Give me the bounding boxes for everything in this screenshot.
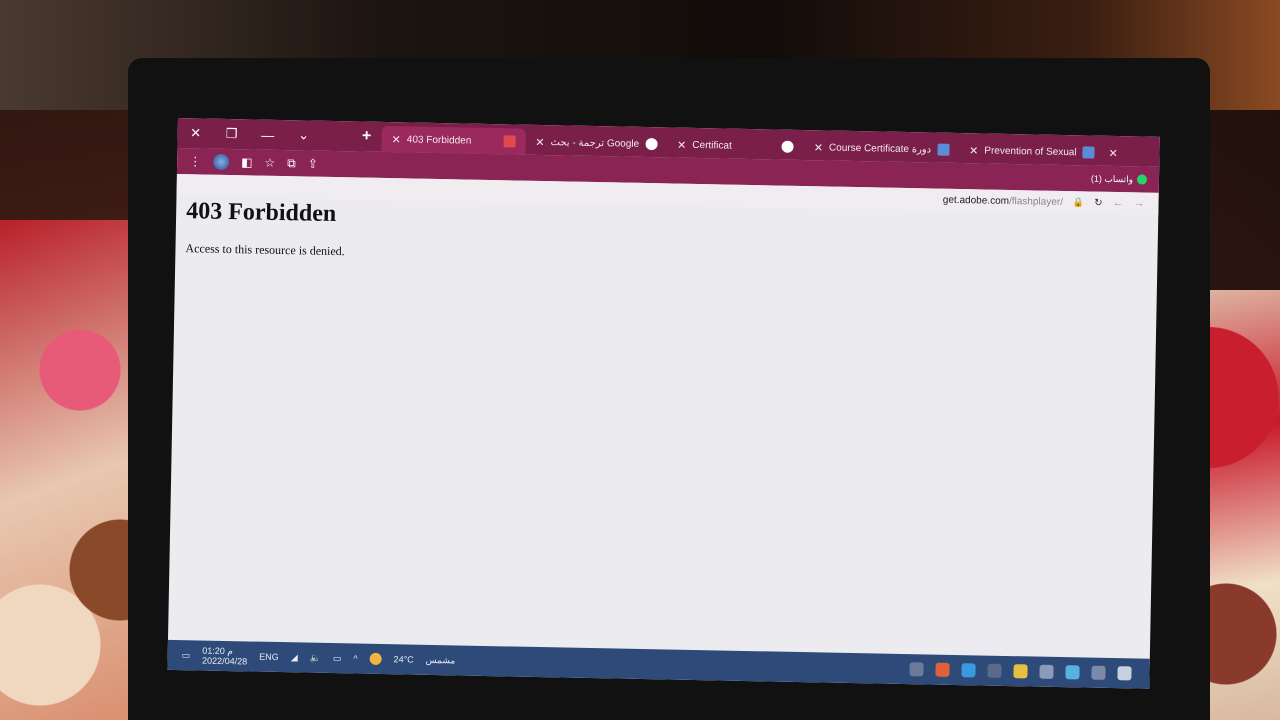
firefox-icon[interactable]: [935, 662, 950, 677]
close-tab-icon[interactable]: ✕: [969, 144, 978, 157]
temperature[interactable]: 24°C: [394, 654, 414, 664]
url-text[interactable]: get.adobe.com/flashplayer/: [943, 194, 1063, 207]
network-icon[interactable]: ◢: [291, 652, 298, 663]
windows-icon[interactable]: [1117, 666, 1132, 681]
tab-title: 403 Forbidden: [406, 133, 472, 147]
volume-icon[interactable]: 🔈: [310, 652, 321, 663]
task-view-icon[interactable]: [987, 663, 1002, 678]
course-icon: [937, 143, 950, 156]
whatsapp-bookmark[interactable]: (1) واتساب: [1090, 173, 1148, 185]
tab-search-button[interactable]: ⌄: [286, 127, 322, 144]
store-icon[interactable]: [1039, 664, 1054, 679]
file-explorer-icon[interactable]: [1013, 664, 1028, 679]
language-indicator[interactable]: ENG: [259, 652, 279, 662]
back-arrow-icon[interactable]: ←: [1112, 197, 1123, 209]
collections-icon[interactable]: ⧉: [287, 156, 296, 171]
new-tab-button[interactable]: +: [352, 127, 382, 146]
globe-icon: [781, 140, 794, 153]
favorite-star-icon[interactable]: ☆: [264, 156, 275, 170]
close-tab-icon[interactable]: ✕: [1108, 146, 1117, 159]
lock-icon: 🔒: [1072, 196, 1085, 207]
search-icon[interactable]: [909, 662, 924, 677]
course-icon: [1082, 146, 1095, 159]
menu-icon[interactable]: ⋮: [189, 154, 201, 168]
close-tab-icon[interactable]: ✕: [677, 138, 686, 151]
tab-google-translate[interactable]: ✕ ترجمة - بحث Google: [525, 129, 667, 158]
mail-icon[interactable]: [1065, 665, 1080, 680]
adobe-icon: [503, 135, 516, 148]
tab-course-certificate[interactable]: ✕ Course Certificate دورة: [804, 134, 960, 163]
notification-icon[interactable]: ▭: [182, 650, 191, 661]
refresh-icon[interactable]: ↻: [1094, 197, 1103, 208]
restore-window-button[interactable]: ❐: [214, 126, 250, 143]
sidebar-icon[interactable]: ◧: [241, 155, 253, 169]
battery-icon[interactable]: ▭: [333, 653, 342, 664]
minimize-window-button[interactable]: —: [250, 127, 286, 143]
share-icon[interactable]: ⇪: [308, 157, 318, 171]
page-content: 403 Forbidden Access to this resource is…: [178, 196, 1146, 634]
forward-arrow-icon[interactable]: →: [1133, 197, 1144, 209]
tray-clock[interactable]: 01:20 م 2022/04/28: [202, 646, 247, 667]
tab-certificat[interactable]: ✕ Certificat: [667, 131, 804, 160]
chevron-up-icon[interactable]: ^: [353, 653, 357, 663]
app-icon[interactable]: [1091, 665, 1106, 680]
edge-icon[interactable]: [961, 663, 976, 678]
clock-date: 2022/04/28: [202, 655, 248, 667]
error-message: Access to this resource is denied.: [185, 241, 345, 259]
close-tab-icon[interactable]: ✕: [392, 133, 401, 146]
whatsapp-label: (1) واتساب: [1090, 173, 1134, 184]
weather-sun-icon: [369, 652, 382, 666]
laptop-screen: ✕ ❐ — ⌄ + ✕ 403 Forbidden ✕ ترجمة - بحث …: [167, 118, 1160, 689]
tab-title: Prevention of Sexual: [984, 144, 1077, 158]
close-tab-icon[interactable]: ✕: [535, 135, 544, 148]
close-window-button[interactable]: ✕: [178, 125, 214, 142]
whatsapp-icon: [1136, 174, 1148, 185]
tab-prevention[interactable]: ✕ Prevention of Sexual ✕: [959, 137, 1128, 166]
pinned-apps: [909, 662, 1132, 681]
weather-text[interactable]: مشمس: [426, 654, 456, 666]
tab-403-forbidden[interactable]: ✕ 403 Forbidden: [381, 125, 526, 155]
tab-title: Certificat: [692, 139, 732, 152]
tab-title: ترجمة - بحث Google: [550, 136, 640, 150]
profile-avatar[interactable]: [213, 153, 230, 170]
tab-title: Course Certificate دورة: [828, 142, 932, 155]
close-tab-icon[interactable]: ✕: [814, 141, 823, 154]
google-icon: [645, 137, 658, 151]
